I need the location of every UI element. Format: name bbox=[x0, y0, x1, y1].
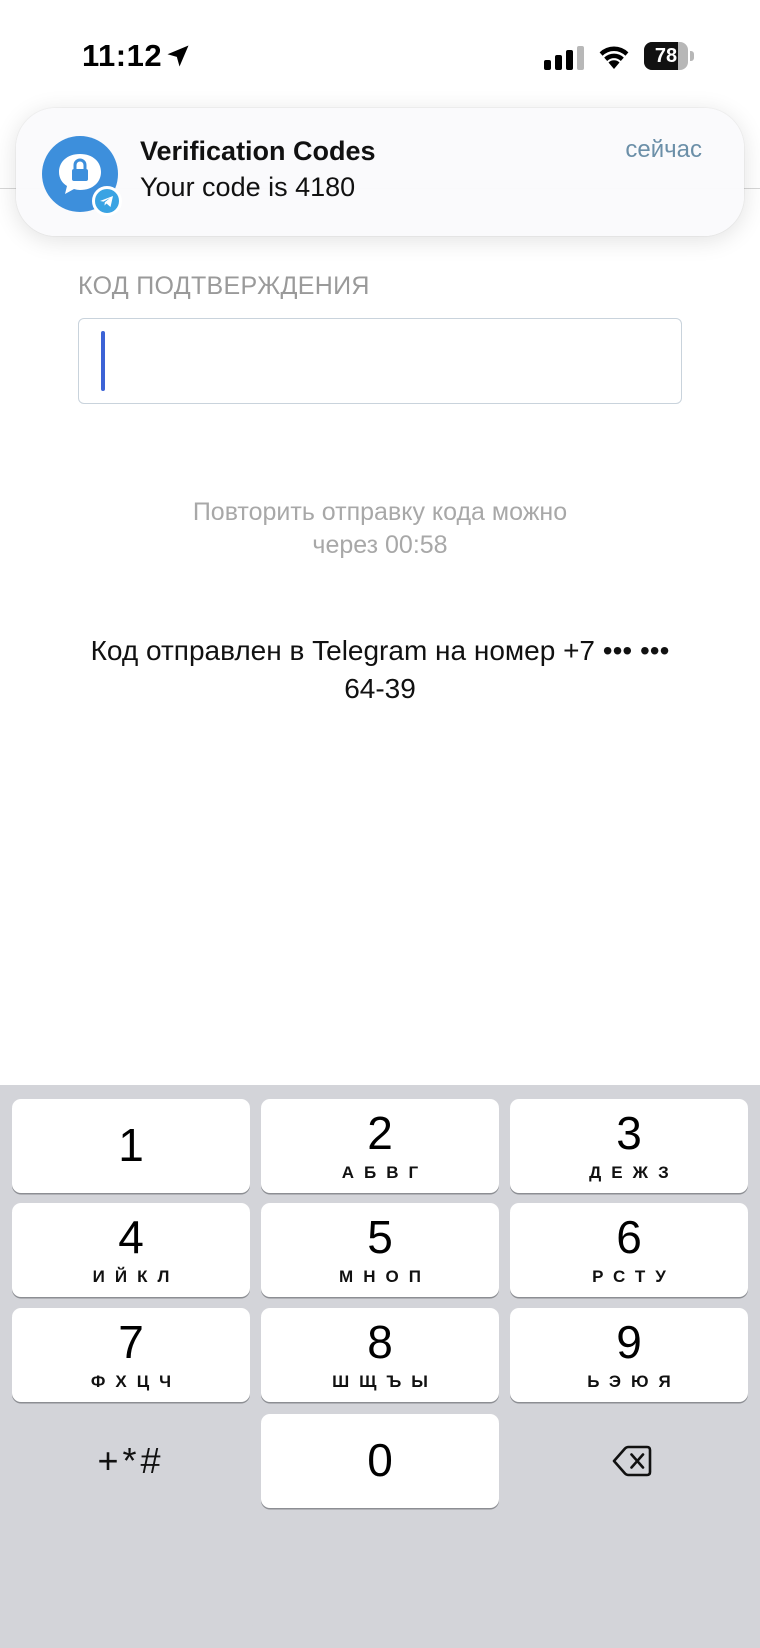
key-digit: 5 bbox=[367, 1211, 393, 1263]
key-letters: ИЙКЛ bbox=[92, 1267, 180, 1286]
text-caret bbox=[101, 331, 105, 391]
key-4[interactable]: 4 ИЙКЛ bbox=[12, 1203, 250, 1297]
key-3[interactable]: 3 ДЕЖЗ bbox=[510, 1099, 748, 1193]
sent-line-1: Код отправлен в Telegram на номер +7 •••… bbox=[90, 635, 670, 666]
key-letters: ФХЦЧ bbox=[90, 1372, 182, 1391]
key-digit: 2 bbox=[367, 1107, 393, 1159]
sent-line-2: 64-39 bbox=[344, 673, 416, 704]
key-letters: РСТУ bbox=[592, 1267, 676, 1286]
key-letters: ДЕЖЗ bbox=[589, 1163, 679, 1182]
resend-line-1: Повторить отправку кода можно bbox=[192, 498, 568, 526]
key-letters: ШЩЪЫ bbox=[332, 1372, 438, 1391]
notification-title: Verification Codes bbox=[140, 136, 376, 166]
notification-banner[interactable]: Verification Codes Your code is 4180 сей… bbox=[16, 108, 744, 236]
resend-line-2: через 00:58 bbox=[312, 531, 448, 559]
telegram-icon bbox=[92, 186, 122, 216]
signal-icon bbox=[544, 46, 584, 70]
key-digit: 4 bbox=[118, 1211, 144, 1263]
battery-level: 78 bbox=[654, 45, 678, 67]
key-1[interactable]: 1 bbox=[12, 1099, 250, 1193]
status-bar: 11:12 78 bbox=[0, 0, 760, 108]
delete-key[interactable] bbox=[510, 1414, 748, 1508]
key-digit: 1 bbox=[118, 1119, 144, 1171]
delete-backspace-icon bbox=[612, 1445, 652, 1477]
key-6[interactable]: 6 РСТУ bbox=[510, 1203, 748, 1297]
status-time: 11:12 bbox=[82, 38, 163, 73]
key-digit: 8 bbox=[367, 1316, 393, 1368]
battery-icon: 78 bbox=[644, 42, 694, 70]
key-8[interactable]: 8 ШЩЪЫ bbox=[261, 1308, 499, 1402]
key-letters: МНОП bbox=[339, 1267, 431, 1286]
code-sent-info: Код отправлен в Telegram на номер +7 •••… bbox=[30, 632, 730, 708]
code-label: КОД ПОДТВЕРЖДЕНИЯ bbox=[78, 272, 370, 300]
key-2[interactable]: 2 АБВГ bbox=[261, 1099, 499, 1193]
home-indicator bbox=[252, 1618, 508, 1628]
key-digit: 6 bbox=[616, 1211, 642, 1263]
key-digit: 9 bbox=[616, 1316, 642, 1368]
wifi-icon bbox=[599, 46, 629, 69]
key-9[interactable]: 9 ЬЭЮЯ bbox=[510, 1308, 748, 1402]
notification-time: сейчас bbox=[625, 136, 702, 163]
notification-body: Your code is 4180 bbox=[140, 172, 356, 202]
key-symbols[interactable]: +*# bbox=[12, 1414, 250, 1508]
key-digit: 3 bbox=[616, 1107, 642, 1159]
code-input[interactable] bbox=[78, 318, 682, 404]
key-7[interactable]: 7 ФХЦЧ bbox=[12, 1308, 250, 1402]
key-digit: 7 bbox=[118, 1316, 144, 1368]
resend-timer-text: Повторить отправку кода можно через 00:5… bbox=[0, 496, 760, 562]
key-5[interactable]: 5 МНОП bbox=[261, 1203, 499, 1297]
key-letters: АБВГ bbox=[341, 1163, 429, 1182]
key-0[interactable]: 0 bbox=[261, 1414, 499, 1508]
location-arrow-icon bbox=[167, 45, 189, 67]
key-letters: ЬЭЮЯ bbox=[587, 1372, 681, 1391]
key-digit: 0 bbox=[367, 1434, 393, 1486]
